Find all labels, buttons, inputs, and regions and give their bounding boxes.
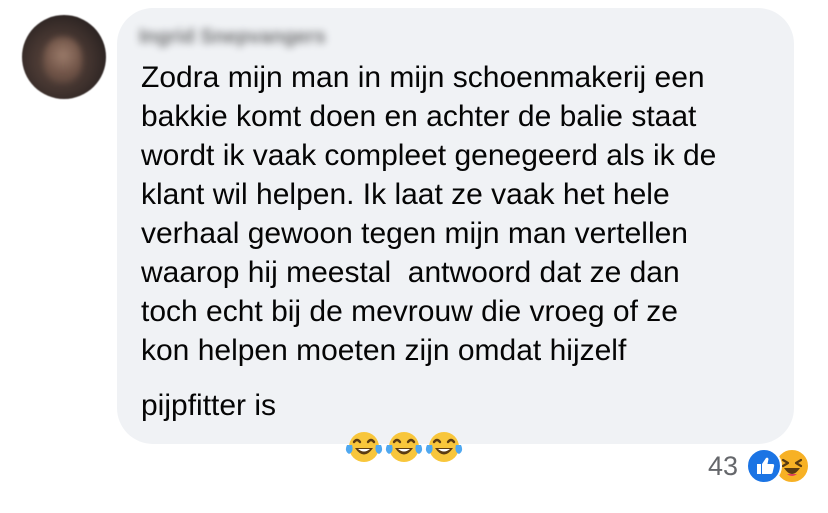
- comment-line: toch echt bij de mevrouw die vroeg of ze: [141, 295, 678, 328]
- tears-of-joy-emoji-icon: [318, 389, 422, 462]
- comment-author[interactable]: Ingrid Snepvangers: [139, 26, 379, 49]
- comment-line: waarop hij meestal antwoord dat ze dan: [141, 256, 680, 289]
- comment-line: klant wil helpen. Ik laat ze vaak het he…: [141, 178, 670, 211]
- comment-bubble: Ingrid Snepvangers Zodra mijn man in mij…: [117, 8, 794, 462]
- avatar-face-blur: [44, 37, 82, 83]
- comment-author-name[interactable]: Ingrid Snepvangers: [139, 26, 326, 49]
- comment-line: verhaal gewoon tegen mijn man vertellen: [141, 217, 688, 250]
- comment-text: Zodra mijn man in mijn schoenmakerij een…: [141, 58, 781, 462]
- comment-last-line: pijpfitter is: [141, 386, 781, 462]
- comment-line: Zodra mijn man in mijn schoenmakerij een: [141, 61, 705, 94]
- reaction-summary[interactable]: 43: [708, 448, 810, 484]
- tears-of-joy-emoji-icon: [358, 389, 462, 462]
- reaction-count[interactable]: 43: [708, 451, 738, 482]
- comment-line: kon helpen moeten zijn omdat hijzelf: [141, 334, 627, 367]
- comment-line: pijpfitter is: [141, 389, 277, 422]
- commenter-avatar[interactable]: [22, 15, 106, 99]
- comment-line: wordt ik vaak compleet genegeerd als ik …: [141, 139, 717, 172]
- like-icon: [746, 448, 782, 484]
- tears-of-joy-emoji-icon: [278, 389, 382, 462]
- comment-line: bakkie komt doen en achter de balie staa…: [141, 100, 697, 133]
